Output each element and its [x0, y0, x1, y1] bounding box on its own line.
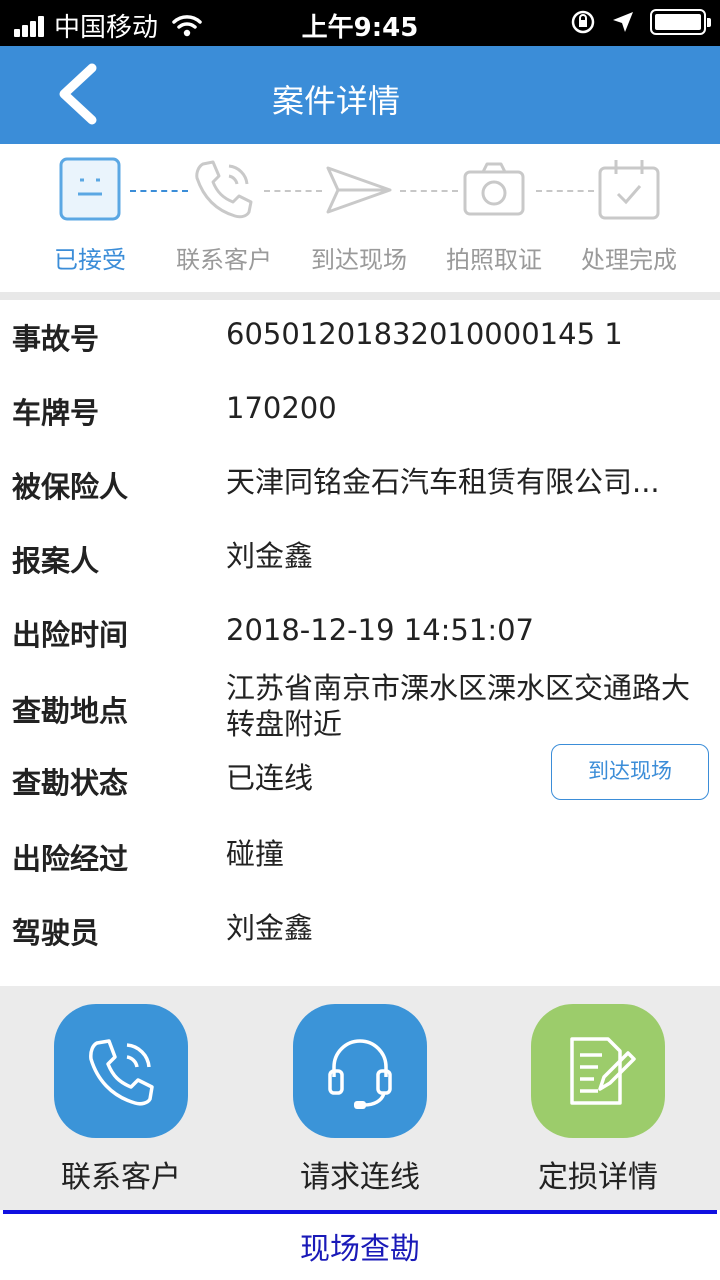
action-panel: 联系客户 请求连线 定损详情: [0, 986, 720, 1210]
detail-key: 车牌号: [12, 396, 100, 430]
camera-icon: [463, 162, 525, 216]
case-details: 事故号 60501201832010000145 1 车牌号 170200 被保…: [0, 300, 720, 986]
document-icon: [59, 157, 121, 221]
tab-bar: 现场查勘: [0, 1210, 720, 1280]
detail-value: 江苏省南京市溧水区溧水区交通路大转盘附近: [226, 671, 691, 741]
detail-key: 被保险人: [12, 470, 129, 504]
request-connection-icon-bg: [293, 1004, 427, 1138]
step-label: 拍照取证: [446, 246, 542, 274]
step-contact: 联系客户: [164, 156, 284, 275]
status-right: [570, 9, 711, 35]
status-bar: 中国移动 上午9:45: [0, 0, 720, 46]
paper-plane-icon: [326, 166, 392, 214]
calendar-check-icon: [598, 160, 660, 220]
action-label: 请求连线: [300, 1160, 420, 1195]
detail-key: 报案人: [12, 544, 100, 578]
action-label: 定损详情: [538, 1160, 658, 1195]
document-edit-icon: [570, 1037, 636, 1105]
detail-key: 驾驶员: [12, 916, 100, 950]
tab-indicator: [3, 1210, 717, 1214]
detail-value: 2018-12-19 14:51:07: [226, 613, 534, 647]
step-accepted: 已接受: [30, 156, 150, 275]
step-arrive: 到达现场: [299, 156, 419, 275]
headset-icon: [328, 1039, 392, 1109]
detail-value: 刘金鑫: [226, 911, 314, 945]
step-label: 处理完成: [581, 246, 677, 274]
request-connection-button[interactable]: 请求连线: [260, 1004, 460, 1196]
battery-icon: [650, 9, 711, 35]
arrive-scene-button[interactable]: 到达现场: [551, 744, 709, 800]
detail-value: 刘金鑫: [226, 539, 314, 573]
screen: 中国移动 上午9:45 案件详情 已接受 联系客户 到达现场 拍照取证 处理完成…: [0, 0, 720, 1280]
contact-customer-button[interactable]: 联系客户: [21, 1004, 221, 1196]
detail-value: 天津同铭金石汽车租赁有限公司...: [226, 465, 660, 499]
step-label: 到达现场: [311, 246, 407, 274]
page-title: 案件详情: [271, 82, 400, 120]
nav-bar: 案件详情: [0, 46, 720, 144]
step-photo: 拍照取证: [434, 156, 554, 275]
step-label: 已接受: [54, 246, 126, 274]
contact-customer-icon-bg: [54, 1004, 188, 1138]
progress-steps: 已接受 联系客户 到达现场 拍照取证 处理完成: [0, 144, 720, 292]
action-label: 联系客户: [61, 1160, 181, 1195]
step-done: 处理完成: [569, 156, 689, 275]
detail-key: 出险经过: [12, 842, 129, 876]
detail-key: 出险时间: [12, 618, 129, 652]
location-arrow-icon: [613, 12, 633, 32]
detail-key: 查勘地点: [12, 694, 129, 728]
detail-value: 60501201832010000145 1: [226, 317, 623, 351]
step-label: 联系客户: [176, 246, 272, 274]
loss-assessment-icon-bg: [531, 1004, 665, 1138]
tab-site-survey[interactable]: 现场查勘: [0, 1224, 720, 1268]
rotation-lock-icon: [571, 10, 595, 34]
phone-icon: [89, 1039, 154, 1106]
detail-value: 170200: [226, 391, 337, 425]
detail-key: 查勘状态: [12, 766, 129, 800]
detail-value: 碰撞: [226, 837, 285, 871]
phone-icon: [195, 160, 253, 219]
section-divider: [0, 292, 720, 300]
loss-assessment-button[interactable]: 定损详情: [498, 1004, 698, 1196]
detail-key: 事故号: [12, 322, 100, 356]
